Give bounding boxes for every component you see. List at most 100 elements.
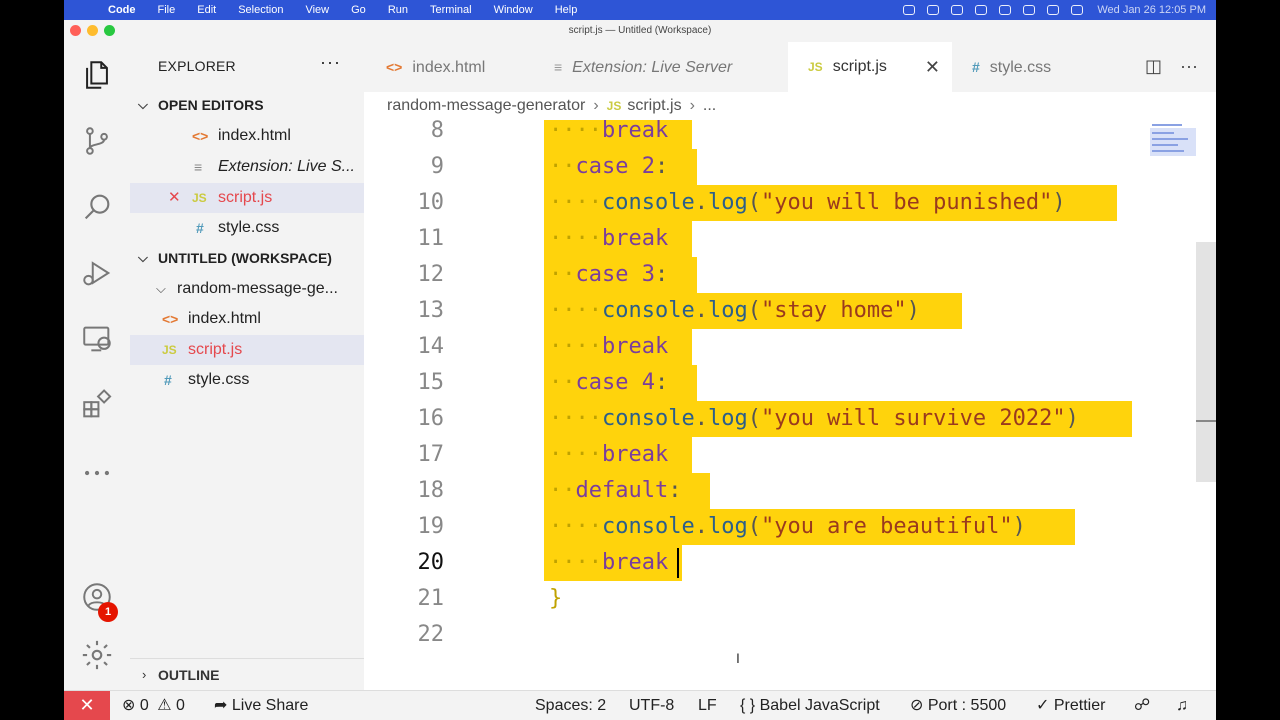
explorer-more-actions[interactable]: ··· [320,52,341,73]
extensions-button[interactable] [64,380,130,430]
live-server-port-button[interactable]: ⊘ Port : 5500 [910,691,1006,720]
code-line[interactable]: ····console.log("you will survive 2022") [549,401,1079,437]
code-token: : [668,478,682,503]
code-line[interactable]: ····break [549,329,668,365]
live-share-button[interactable]: ➦ Live Share [214,691,308,720]
wifi-icon[interactable] [1023,5,1036,15]
menu-run[interactable]: Run [388,4,408,16]
source-control-button[interactable] [64,116,130,166]
code-line[interactable]: ····console.log("you are beautiful") [549,509,1026,545]
outline-label: OUTLINE [158,667,220,683]
tab-index-html[interactable]: <> index.html [364,42,532,92]
code-line[interactable]: } [549,581,562,617]
close-icon[interactable]: ✕ [168,183,181,213]
menu-selection[interactable]: Selection [238,4,283,16]
menu-go[interactable]: Go [351,4,366,16]
editor-scrollbar[interactable] [1196,242,1216,482]
search-icon[interactable] [1047,5,1060,15]
menu-help[interactable]: Help [555,4,578,16]
code-token: case [575,154,642,179]
open-editor-item[interactable]: ≡ Extension: Live S... [130,152,364,182]
manage-button[interactable] [64,630,130,680]
prettier-button[interactable]: ✓ Prettier [1036,691,1105,720]
breadcrumb-folder[interactable]: random-message-generator [387,97,585,114]
more-views-button[interactable] [64,448,130,498]
menu-edit[interactable]: Edit [197,4,216,16]
window-title: script.js — Untitled (Workspace) [568,25,712,36]
tab-label: script.js [832,58,887,75]
close-window-button[interactable] [70,25,81,36]
menubar-clock[interactable]: Wed Jan 26 12:05 PM [1097,4,1206,16]
chevron-right-icon: › [593,97,599,114]
open-editor-item[interactable]: <> index.html [130,121,364,151]
problems-indicator[interactable]: ⊗ 0 ⚠ 0 [122,691,185,720]
accounts-button[interactable]: 1 [64,572,130,622]
code-line[interactable]: ····break [549,221,668,257]
tab-style-css[interactable]: # style.css [952,42,1092,92]
indentation-indicator[interactable]: Spaces: 2 [535,691,606,720]
code-line[interactable]: ····break [549,437,668,473]
menu-file[interactable]: File [158,4,176,16]
file-item-active[interactable]: JS script.js [130,335,364,365]
open-editor-item-active[interactable]: ✕ JS script.js [130,183,364,213]
language-mode-button[interactable]: { } Babel JavaScript [740,691,880,720]
status-icon[interactable] [975,5,988,15]
tab-label: style.css [989,59,1052,76]
minimap[interactable] [1150,120,1198,160]
open-editor-item[interactable]: # style.css [130,213,364,243]
status-icon[interactable] [903,5,916,15]
code-line[interactable]: ··default: [549,473,681,509]
feedback-icon[interactable]: ☍ [1134,691,1150,720]
line-number: 15 [417,370,445,395]
zoom-window-button[interactable] [104,25,115,36]
outline-section[interactable]: › OUTLINE [130,658,364,690]
status-icon[interactable] [927,5,940,15]
open-editors-section[interactable]: ⌵ OPEN EDITORS [130,90,364,120]
text-caret [676,548,679,578]
code-editor[interactable]: I 8 ····break 9 ··case 2: 10 ····console.log(… [364,120,1216,690]
remote-indicator[interactable]: ✕ [64,691,110,720]
minimize-window-button[interactable] [87,25,98,36]
menu-terminal[interactable]: Terminal [430,4,472,16]
js-file-icon: JS [606,99,622,113]
status-icon[interactable] [999,5,1012,15]
file-item[interactable]: # style.css [130,365,364,395]
minimap-line [1152,124,1182,126]
breadcrumb-file[interactable]: script.js [627,97,681,114]
menu-window[interactable]: Window [494,4,533,16]
more-actions-icon[interactable]: ··· [1180,56,1198,77]
notifications-bell-icon[interactable]: ♫ [1176,691,1188,720]
code-line[interactable]: ····break [549,545,668,581]
status-icon[interactable] [951,5,964,15]
code-line[interactable]: ····break [549,120,668,149]
html-file-icon: <> [162,311,179,327]
code-line[interactable]: ··case 2: [549,149,668,185]
workspace-section[interactable]: ⌵ UNTITLED (WORKSPACE) [130,243,364,273]
search-button[interactable] [64,182,130,232]
code-line[interactable]: ··case 3: [549,257,668,293]
braces-icon: { } [740,697,756,714]
line-number: 19 [417,514,445,539]
code-line[interactable]: ··case 4: [549,365,668,401]
remote-explorer-button[interactable] [64,314,130,364]
extensions-icon [83,389,112,418]
eol-indicator[interactable]: LF [698,691,717,720]
encoding-indicator[interactable]: UTF-8 [629,691,674,720]
tab-script-js[interactable]: JS script.js ✕ [788,42,952,92]
app-menu[interactable]: Code [108,4,136,16]
explorer-button[interactable] [64,50,130,100]
code-line[interactable]: ····console.log("stay home") [549,293,920,329]
code-line[interactable]: ····console.log("you will be punished") [549,185,1066,221]
file-item[interactable]: <> index.html [130,304,364,334]
menu-view[interactable]: View [305,4,329,16]
tab-actions: ◫ ··· [1127,56,1198,77]
tab-live-server[interactable]: ≡ Extension: Live Server [532,42,784,92]
menu-list: Code File Edit Selection View Go Run Terminal W… [108,4,599,16]
code-token: break [601,226,669,251]
split-editor-icon[interactable]: ◫ [1145,56,1162,77]
folder-item[interactable]: ⌵ random-message-ge... [130,274,364,304]
run-debug-button[interactable] [64,248,130,298]
control-center-icon[interactable] [1071,5,1084,15]
close-tab-icon[interactable]: ✕ [925,42,940,92]
breadcrumb-symbol[interactable]: ... [703,97,716,114]
